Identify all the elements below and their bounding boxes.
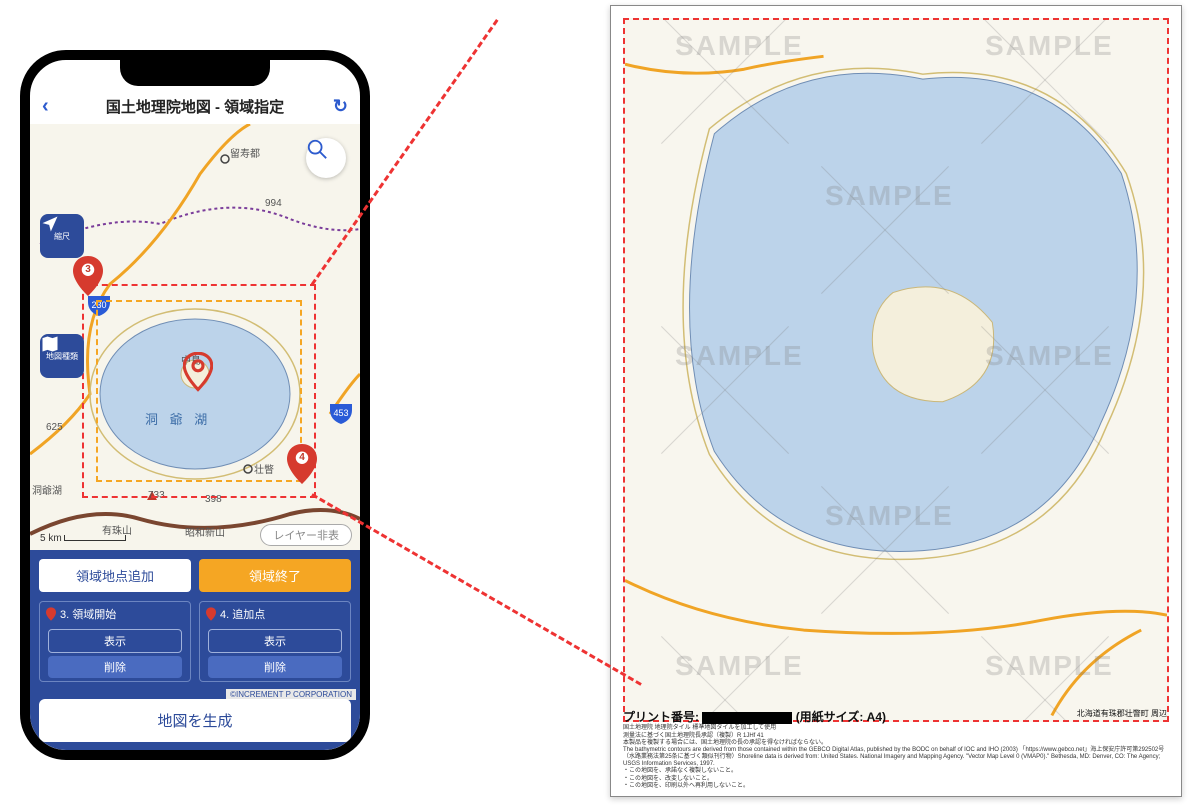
generate-map-button[interactable]: 地図を生成 — [39, 699, 351, 742]
map-pin-center[interactable] — [183, 352, 213, 392]
print-number-label: プリント番号: — [623, 710, 699, 724]
print-location: 北海道有珠郡壮瞥町 周辺 — [1077, 708, 1167, 719]
print-fineprint: ・この地図を、承諾なく複製しないこと。 — [623, 768, 1169, 775]
printed-map-preview: SAMPLE SAMPLE SAMPLE SAMPLE SAMPLE SAMPL… — [610, 5, 1182, 797]
scale-bar: 5 km — [40, 533, 126, 544]
pin-icon — [46, 607, 56, 621]
end-region-button[interactable]: 領域終了 — [199, 559, 351, 592]
print-number-redacted — [702, 712, 792, 724]
pin-number: 3 — [85, 264, 91, 275]
print-fineprint: ・この地図を、改変しないこと。 — [623, 776, 1169, 783]
map-icon — [40, 334, 60, 354]
print-footer: プリント番号: (用紙サイズ: A4) 北海道有珠郡壮瞥町 周辺 国土地理院 地… — [623, 708, 1169, 790]
card3-delete-button[interactable]: 削除 — [48, 656, 182, 678]
region-card-4: 4. 追加点 表示 削除 — [199, 601, 351, 682]
region-card-3: 3. 領域開始 表示 削除 — [39, 601, 191, 682]
scale-button[interactable]: 縮尺 — [40, 214, 84, 258]
svg-text:洞爺湖: 洞爺湖 — [32, 484, 62, 497]
map-viewport[interactable]: 230 453 留寿都 994 中島 洞 爺 湖 625 洞爺湖 壮瞥 733 … — [30, 124, 360, 550]
layer-toggle-button[interactable]: レイヤー非表 — [260, 524, 352, 546]
card4-delete-button[interactable]: 削除 — [208, 656, 342, 678]
card-title: 3. 領域開始 — [60, 606, 116, 622]
print-fineprint: 本製品を複製する場合には、国土地理院の長の承認を得なければならない。 — [623, 740, 1169, 747]
phone-mockup: ‹ 国土地理院地図 - 領域指定 ↻ 230 — [20, 50, 370, 760]
pin-number: 4 — [299, 452, 305, 463]
back-button[interactable]: ‹ — [42, 95, 49, 118]
card3-show-button[interactable]: 表示 — [48, 629, 182, 653]
print-fineprint: ・この地図を、印刷以外へ再利用しないこと。 — [623, 783, 1169, 790]
printed-map-area: SAMPLE SAMPLE SAMPLE SAMPLE SAMPLE SAMPL… — [623, 18, 1169, 722]
map-pin-4[interactable]: 4 — [287, 444, 317, 484]
map-pin-3[interactable]: 3 — [73, 256, 103, 296]
print-paper-size: (用紙サイズ: A4) — [796, 710, 886, 724]
app-header: ‹ 国土地理院地図 - 領域指定 ↻ — [30, 88, 360, 124]
print-fineprint: 国土地理院 地理院タイル 標準地図タイルを加工して使用 — [623, 725, 1169, 732]
header-title: 国土地理院地図 - 領域指定 — [106, 96, 284, 117]
svg-text:625: 625 — [46, 422, 63, 433]
svg-text:994: 994 — [265, 198, 282, 209]
search-icon — [306, 138, 328, 160]
pin-icon — [206, 607, 216, 621]
bottom-panel: 領域地点追加 領域終了 3. 領域開始 表示 削除 4. 追加点 表示 削除 — [30, 550, 360, 750]
search-button[interactable] — [306, 138, 346, 178]
phone-notch — [120, 58, 270, 86]
svg-text:昭和新山: 昭和新山 — [185, 526, 225, 539]
svg-text:453: 453 — [333, 408, 348, 418]
print-fineprint: 測量法に基づく国土地理院長承認（複製）R 1JHf 41 — [623, 733, 1169, 740]
reload-button[interactable]: ↻ — [333, 96, 348, 117]
location-arrow-icon — [40, 214, 60, 234]
print-fineprint: The bathymetric contours are derived fro… — [623, 747, 1169, 769]
map-type-button[interactable]: 地図種類 — [40, 334, 84, 378]
card-title: 4. 追加点 — [220, 606, 265, 622]
svg-text:留寿都: 留寿都 — [230, 147, 260, 160]
add-region-point-button[interactable]: 領域地点追加 — [39, 559, 191, 592]
card4-show-button[interactable]: 表示 — [208, 629, 342, 653]
